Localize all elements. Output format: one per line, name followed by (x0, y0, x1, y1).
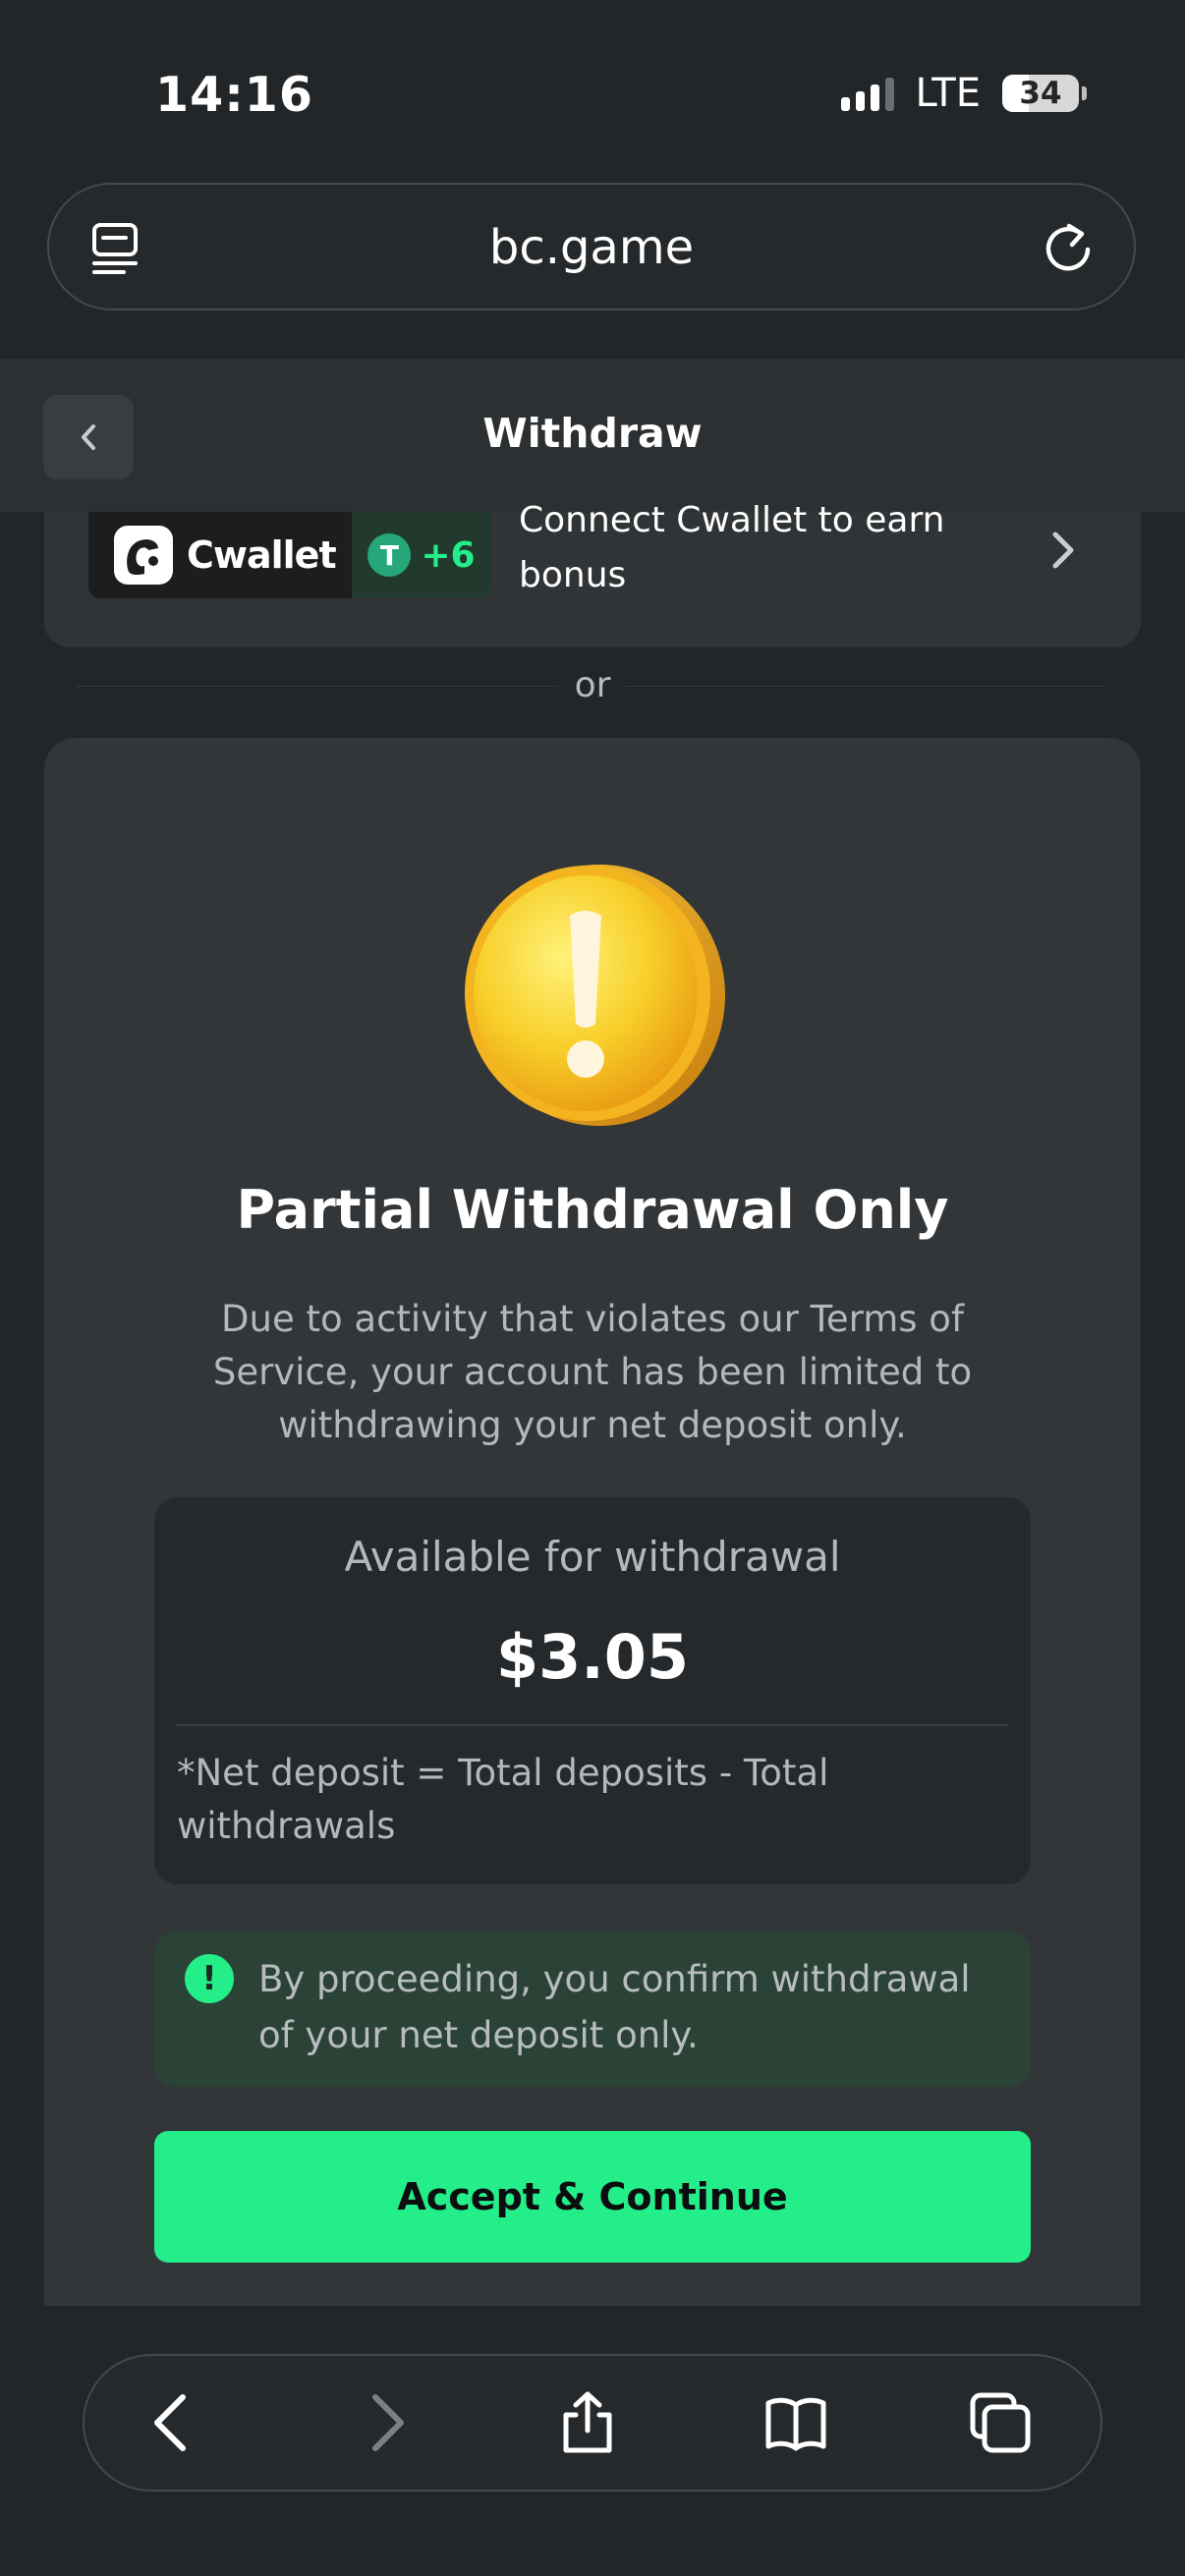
confirmation-text: By proceeding, you confirm withdrawal of… (258, 1958, 971, 2056)
available-label: Available for withdrawal (344, 1533, 841, 1581)
page-title: Withdraw (482, 410, 703, 457)
modal-description: Due to activity that violates our Terms … (212, 1298, 973, 1446)
tether-icon: T (367, 533, 412, 577)
chevron-right-icon[interactable] (1045, 529, 1081, 572)
forward-icon[interactable] (354, 2391, 417, 2454)
bookmarks-icon[interactable] (764, 2391, 827, 2454)
status-indicators: LTE 34 (840, 71, 1087, 116)
network-label: LTE (915, 71, 981, 116)
modal-title: Partial Withdrawal Only (236, 1179, 949, 1241)
back-icon[interactable] (141, 2391, 204, 2454)
cwallet-badge: Cwallet (88, 512, 352, 598)
reload-icon[interactable] (1042, 220, 1095, 275)
cwallet-promo-text[interactable]: Connect Cwallet to earn bonus (519, 493, 981, 603)
divider-line (177, 1724, 1008, 1726)
cwallet-brand: Cwallet (187, 533, 337, 577)
accept-continue-button[interactable]: Accept & Continue (154, 2131, 1031, 2263)
bonus-count: +6 (421, 534, 476, 576)
or-label: or (574, 665, 611, 705)
address-bar[interactable]: bc.game (47, 183, 1136, 310)
warning-coin-icon (465, 865, 725, 1126)
status-time: 14:16 (155, 67, 313, 123)
battery-level: 34 (1019, 76, 1062, 111)
signal-icon (840, 76, 894, 111)
info-exclamation-icon: ! (185, 1954, 234, 2003)
available-amount: $3.05 (495, 1621, 690, 1693)
battery-icon: 34 (1002, 75, 1087, 112)
bonus-badge: T +6 (352, 512, 491, 598)
url-text[interactable]: bc.game (49, 220, 1134, 275)
share-icon[interactable] (556, 2391, 619, 2454)
tabs-icon[interactable] (969, 2391, 1032, 2454)
cwallet-logo-icon (114, 526, 173, 585)
net-deposit-note: *Net deposit = Total deposits - Total wi… (177, 1752, 829, 1847)
